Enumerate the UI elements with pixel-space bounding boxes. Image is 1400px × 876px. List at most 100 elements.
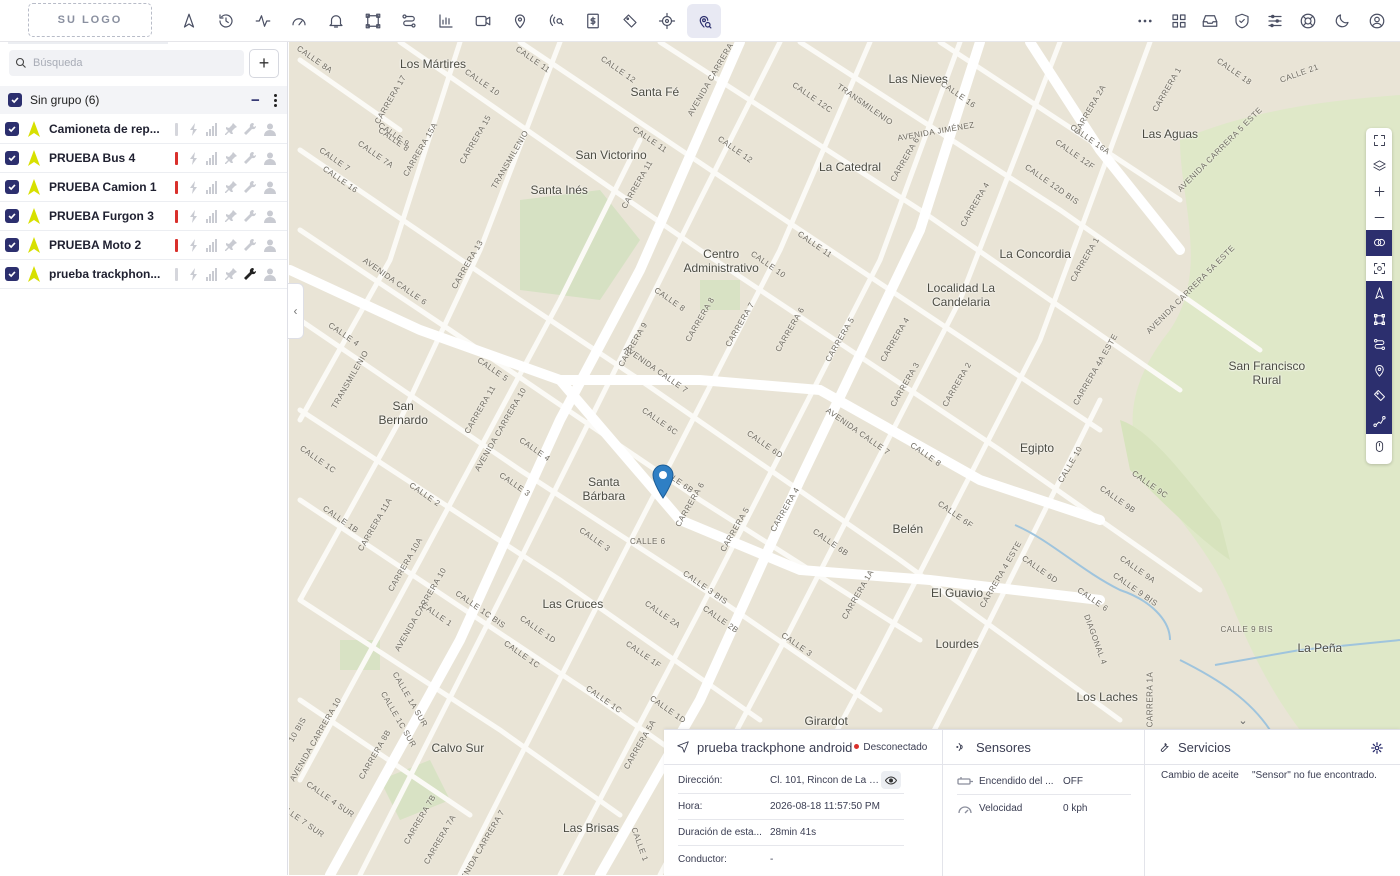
detail-key: Conductor: — [678, 853, 727, 865]
search-input[interactable] — [33, 57, 233, 69]
panel-toggle-chevron-icon[interactable]: ⌄ — [1230, 711, 1256, 729]
satellite-icon[interactable] — [540, 4, 574, 38]
place-label: Calvo Sur — [431, 741, 485, 755]
tag-icon[interactable] — [613, 4, 647, 38]
zoom-in-icon[interactable] — [1366, 179, 1392, 205]
vehicle-arrow-icon — [28, 208, 40, 224]
object-checkbox[interactable] — [5, 151, 19, 165]
vehicle-arrow-icon — [28, 121, 40, 137]
gauge-icon[interactable] — [282, 4, 316, 38]
dashboard-icon[interactable] — [1162, 4, 1196, 38]
driver-icon — [264, 239, 276, 252]
object-checkbox[interactable] — [5, 122, 19, 136]
mouse-icon[interactable] — [1366, 434, 1392, 460]
sliders-icon[interactable] — [1258, 4, 1292, 38]
group-checkbox[interactable] — [8, 93, 22, 107]
add-object-button[interactable]: + — [249, 49, 279, 78]
geofence-icon[interactable] — [356, 4, 390, 38]
service-value: "Sensor" no fue encontrado. — [1252, 770, 1377, 781]
place-label: Lourdes — [935, 637, 979, 651]
target-icon[interactable] — [650, 4, 684, 38]
sidebar-divider — [8, 42, 168, 44]
routes-icon[interactable] — [1366, 332, 1392, 358]
shield-icon[interactable] — [1225, 4, 1259, 38]
status-dot — [854, 744, 860, 749]
poi-icon[interactable] — [1366, 357, 1392, 383]
logo[interactable]: SU LOGO — [28, 3, 152, 37]
activity-icon[interactable] — [246, 4, 280, 38]
signal-icon — [206, 181, 218, 194]
wrench-icon — [244, 151, 257, 165]
wrench-icon — [1160, 743, 1169, 752]
sensor-row: Encendido del ... OFF — [957, 768, 1131, 795]
object-row[interactable]: prueba trackphon... — [0, 260, 287, 289]
object-name: prueba trackphon... — [49, 267, 161, 281]
chart-icon[interactable] — [429, 4, 463, 38]
geofences-icon[interactable] — [1366, 306, 1392, 332]
group-row[interactable]: Sin grupo (6) − — [0, 86, 287, 114]
status-indicator — [175, 152, 178, 165]
place-label: Santa Bárbara — [582, 475, 626, 503]
pin-icon — [225, 239, 237, 252]
search-box[interactable] — [9, 50, 244, 76]
service-name: Cambio de aceite — [1161, 770, 1239, 781]
moon-icon[interactable] — [1325, 4, 1359, 38]
fullscreen-icon[interactable] — [1366, 128, 1392, 154]
map-search-icon[interactable] — [687, 4, 721, 38]
vehicle-arrow-icon — [28, 266, 40, 282]
object-checkbox[interactable] — [5, 180, 19, 194]
group-collapse-button[interactable]: − — [251, 92, 260, 109]
connection-status: Desconectado — [863, 741, 928, 753]
object-row[interactable]: PRUEBA Bus 4 — [0, 144, 287, 173]
inbox-icon[interactable] — [1193, 4, 1227, 38]
object-row[interactable]: PRUEBA Furgon 3 — [0, 202, 287, 231]
eye-icon[interactable] — [881, 771, 901, 789]
place-label: Las Brisas — [563, 821, 620, 835]
tags-icon[interactable] — [1366, 383, 1392, 409]
place-label: Las Aguas — [1142, 127, 1199, 141]
history-route-icon[interactable] — [1366, 408, 1392, 434]
routes-icon[interactable] — [392, 4, 426, 38]
object-info-panel: prueba trackphone android Desconectado D… — [664, 729, 1400, 876]
object-row[interactable]: PRUEBA Camion 1 — [0, 173, 287, 202]
detail-value: 2026-08-18 11:57:50 PM — [770, 801, 880, 812]
location-marker-icon[interactable] — [651, 463, 675, 499]
layers-icon[interactable] — [1366, 154, 1392, 180]
bell-icon[interactable] — [319, 4, 353, 38]
invoice-icon[interactable] — [576, 4, 610, 38]
sidebar-collapse-button[interactable]: ‹ — [288, 283, 304, 339]
support-icon[interactable] — [1291, 4, 1325, 38]
history-icon[interactable] — [209, 4, 243, 38]
place-label: El Guavio — [931, 586, 984, 600]
place-label: Localidad La Candelaria — [927, 281, 996, 309]
camera-icon[interactable] — [466, 4, 500, 38]
object-checkbox[interactable] — [5, 238, 19, 252]
object-checkbox[interactable] — [5, 209, 19, 223]
overlay-icon[interactable] — [1366, 230, 1392, 256]
gear-icon[interactable] — [1370, 741, 1384, 755]
sensor-row: Velocidad 0 kph — [957, 795, 1131, 822]
detail-row: Conductor: - — [678, 846, 904, 872]
focus-icon[interactable] — [1366, 256, 1392, 282]
user-icon[interactable] — [1360, 4, 1394, 38]
place-label: La Concordia — [999, 247, 1071, 261]
navigation-icon[interactable] — [172, 4, 206, 38]
power-icon — [188, 181, 200, 194]
object-checkbox[interactable] — [5, 267, 19, 281]
zoom-out-icon[interactable] — [1366, 205, 1392, 231]
group-menu-icon[interactable] — [270, 91, 280, 109]
signal-icon — [206, 239, 218, 252]
place-label: Los Mártires — [400, 57, 467, 71]
object-row[interactable]: Camioneta de rep... — [0, 115, 287, 144]
sensors-column: Sensores Encendido del ... OFF Velocidad 0 … — [942, 730, 1144, 876]
street-label: CARRERA 1A — [1145, 671, 1155, 728]
objects-icon[interactable] — [1366, 281, 1392, 307]
object-name: PRUEBA Moto 2 — [49, 238, 142, 252]
objects-sidebar: + Sin grupo (6) − Camioneta de rep... PRU… — [0, 42, 288, 875]
more-icon[interactable] — [1128, 4, 1162, 38]
pin-icon[interactable] — [503, 4, 537, 38]
map-controls — [1366, 128, 1392, 464]
place-label: Los Laches — [1076, 690, 1138, 704]
services-column: Servicios Cambio de aceite "Sensor" no fu… — [1144, 730, 1400, 876]
object-row[interactable]: PRUEBA Moto 2 — [0, 231, 287, 260]
